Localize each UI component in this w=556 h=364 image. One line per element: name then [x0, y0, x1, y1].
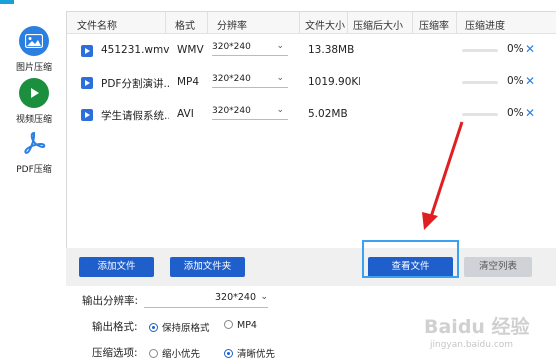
file-name: 451231.wmv: [101, 44, 169, 56]
resolution-select[interactable]: 320*240 ⌄: [212, 40, 288, 56]
resolution-value: 320*240: [212, 74, 251, 84]
table-header: 文件名称 格式 分辨率 文件大小 压缩后大小 压缩率 压缩进度: [67, 12, 556, 34]
table-row[interactable]: 451231.wmv WMV 320*240 ⌄ 13.38MB 0% ✕: [67, 37, 556, 66]
output-resolution-value: 320*240: [214, 292, 256, 303]
watermark-sub: jingyan.baidu.com: [430, 340, 514, 350]
radio-selected-icon: [149, 323, 158, 332]
watermark-logo: Baidu 经验: [424, 316, 530, 338]
close-icon[interactable]: ✕: [525, 74, 535, 88]
play-icon[interactable]: [81, 77, 93, 89]
file-table: 文件名称 格式 分辨率 文件大小 压缩后大小 压缩率 压缩进度 451231.w…: [66, 11, 556, 248]
progress-bar: [462, 81, 498, 84]
play-icon[interactable]: [81, 45, 93, 57]
file-format: AVI: [177, 108, 194, 120]
highlight-box: [362, 240, 459, 278]
progress-percent: 0%: [507, 43, 524, 55]
close-icon[interactable]: ✕: [525, 106, 535, 120]
chevron-down-icon: ⌄: [276, 105, 284, 115]
progress-percent: 0%: [507, 107, 524, 119]
resolution-select[interactable]: 320*240 ⌄: [212, 72, 288, 88]
progress-bar: [462, 49, 498, 52]
pdf-icon: [19, 128, 49, 158]
sidebar-item-pdf-compress[interactable]: PDF压缩: [8, 128, 60, 175]
progress-percent: 0%: [507, 75, 524, 87]
sidebar-item-label: PDF压缩: [16, 165, 52, 175]
sidebar-item-label: 视频压缩: [15, 115, 52, 125]
sidebar-item-image-compress[interactable]: 图片压缩: [8, 26, 60, 73]
file-format: WMV: [177, 44, 204, 56]
file-format: MP4: [177, 76, 200, 88]
file-size: 5.02MB: [308, 108, 348, 120]
add-folder-button[interactable]: 添加文件夹: [170, 257, 245, 277]
col-file-size: 文件大小: [305, 21, 345, 32]
output-resolution-label: 输出分辨率:: [82, 295, 139, 307]
radio-keep-format[interactable]: 保持原格式: [149, 320, 210, 334]
col-progress: 压缩进度: [465, 21, 505, 32]
chevron-down-icon: ⌄: [276, 41, 284, 51]
sidebar-item-label: 图片压缩: [15, 63, 52, 73]
col-file-name: 文件名称: [77, 21, 117, 32]
resolution-value: 320*240: [212, 106, 251, 116]
col-compressed-size: 压缩后大小: [353, 21, 403, 32]
col-format: 格式: [175, 21, 195, 32]
output-resolution-select[interactable]: 320*240 ⌄: [144, 292, 268, 308]
sidebar: 图片压缩 视频压缩 PDF压缩: [0, 0, 66, 364]
image-icon: [19, 26, 49, 56]
chevron-down-icon: ⌄: [276, 73, 284, 83]
file-name: 学生请假系统...: [101, 110, 169, 122]
close-icon[interactable]: ✕: [525, 42, 535, 56]
table-row[interactable]: 学生请假系统... AVI 320*240 ⌄ 5.02MB 0% ✕: [67, 101, 556, 130]
radio-quality-priority[interactable]: 清晰优先: [224, 346, 275, 360]
add-file-button[interactable]: 添加文件: [79, 257, 154, 277]
sidebar-item-video-compress[interactable]: 视频压缩: [8, 78, 60, 125]
radio-size-priority[interactable]: 缩小优先: [149, 346, 200, 360]
resolution-value: 320*240: [212, 42, 251, 52]
radio-unselected-icon: [149, 349, 158, 358]
compress-option-label: 压缩选项:: [92, 347, 138, 359]
chevron-down-icon: ⌄: [260, 292, 268, 302]
radio-selected-icon: [224, 349, 233, 358]
action-bar: 添加文件 添加文件夹 查看文件 清空列表: [66, 248, 556, 286]
clear-list-button[interactable]: 清空列表: [464, 257, 532, 277]
video-play-icon: [19, 78, 49, 108]
radio-mp4[interactable]: MP4: [224, 320, 257, 331]
file-size: 1019.90KE: [308, 76, 360, 88]
output-format-label: 输出格式:: [92, 321, 138, 333]
col-compress-rate: 压缩率: [419, 21, 449, 32]
col-resolution: 分辨率: [217, 21, 247, 32]
progress-bar: [462, 113, 498, 116]
file-size: 13.38MB: [308, 44, 355, 56]
file-name: PDF分割演讲...: [101, 78, 169, 90]
radio-unselected-icon: [224, 320, 233, 329]
app-logo-mark: [0, 0, 14, 4]
play-icon[interactable]: [81, 109, 93, 121]
table-row[interactable]: PDF分割演讲... MP4 320*240 ⌄ 1019.90KE 0% ✕: [67, 69, 556, 98]
resolution-select[interactable]: 320*240 ⌄: [212, 104, 288, 120]
